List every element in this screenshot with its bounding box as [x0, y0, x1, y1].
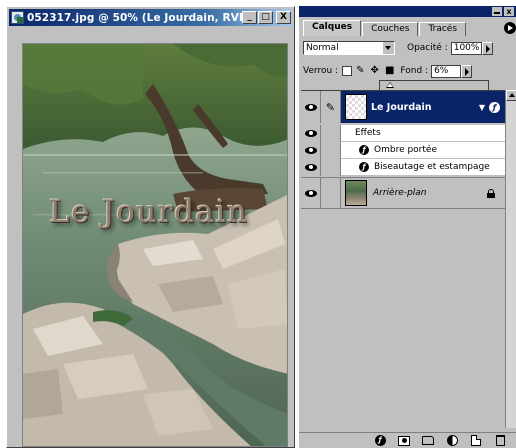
effect-row-biseautage[interactable]: ƒ Biseautage et estampage: [301, 159, 505, 176]
palette-title-bar[interactable]: x: [299, 6, 516, 17]
opacity-label: Opacité :: [407, 43, 448, 53]
folder-icon: [422, 436, 434, 445]
effects-header-row[interactable]: Effets: [301, 125, 505, 142]
layers-list: ✎ Le Jourdain ▼ ƒ Effets ƒ Ombre portée: [301, 90, 505, 428]
layer-row-arriere-plan[interactable]: Arrière-plan: [301, 177, 505, 209]
new-layer-icon: [471, 435, 481, 446]
image-canvas[interactable]: Le Jourdain: [22, 43, 288, 447]
lock-transparency-checkbox[interactable]: [342, 66, 353, 76]
fill-slider-button[interactable]: [461, 64, 473, 78]
trash-icon: [495, 435, 505, 446]
fill-slider-knob[interactable]: [386, 82, 394, 88]
new-adjustment-layer-button[interactable]: [446, 435, 458, 446]
scroll-up-arrow-icon[interactable]: [506, 90, 516, 101]
tab-calques[interactable]: Calques: [303, 20, 362, 36]
maximize-button[interactable]: □: [258, 11, 273, 24]
photoshop-document-icon: [11, 11, 24, 24]
chevron-down-icon: [383, 42, 394, 54]
new-layer-button[interactable]: [470, 435, 482, 446]
fx-icon: ƒ: [359, 145, 369, 155]
layers-bottom-toolbar: ƒ: [299, 432, 516, 448]
tab-traces[interactable]: Tracés: [419, 22, 467, 36]
lock-icon: [487, 188, 495, 198]
fill-field[interactable]: 6%: [431, 64, 462, 78]
expand-effects-arrow-icon[interactable]: ▼: [479, 103, 485, 112]
document-title: 052317.jpg @ 50% (Le Jourdain, RVB*): [27, 11, 258, 24]
palette-close-button[interactable]: x: [504, 7, 514, 16]
fx-icon[interactable]: ƒ: [489, 101, 500, 113]
layer-row-le-jourdain[interactable]: ✎ Le Jourdain ▼ ƒ: [301, 91, 505, 123]
effects-header: Effets: [355, 128, 381, 138]
layers-palette: x Calques Couches Tracés Normal Opacité …: [298, 6, 516, 448]
add-layer-style-button[interactable]: ƒ: [374, 435, 386, 446]
lock-fill-row: Verrou : ✎ ✥ ■ Fond : 6%: [303, 64, 512, 78]
lock-icon[interactable]: ■: [385, 65, 394, 77]
adjustment-layer-icon: [446, 435, 458, 446]
brush-icon[interactable]: ✎: [356, 65, 364, 77]
effect-name: Biseautage et estampage: [374, 162, 490, 172]
layer-text-le-jourdain: Le Jourdain: [49, 194, 249, 230]
delete-layer-button[interactable]: [494, 435, 506, 446]
eye-icon[interactable]: [301, 159, 321, 176]
add-mask-button[interactable]: [398, 435, 410, 446]
eye-icon[interactable]: [301, 142, 321, 159]
brush-icon[interactable]: ✎: [321, 91, 341, 123]
fx-icon: ƒ: [359, 162, 369, 172]
layer-thumbnail: [345, 94, 367, 120]
fx-icon: ƒ: [374, 435, 386, 446]
new-set-button[interactable]: [422, 435, 434, 446]
lock-label: Verrou :: [303, 66, 339, 76]
close-button[interactable]: X: [276, 11, 291, 24]
layers-scrollbar[interactable]: [505, 90, 516, 428]
opacity-slider-button[interactable]: [482, 41, 494, 55]
palette-minimize-button[interactable]: [492, 7, 502, 16]
window-controls: _ □ X: [242, 11, 291, 24]
mask-icon: [398, 435, 410, 446]
fill-label: Fond :: [400, 66, 429, 76]
eye-icon[interactable]: [301, 125, 321, 142]
blend-mode-value: Normal: [306, 43, 339, 53]
opacity-field[interactable]: 100%: [450, 41, 483, 55]
blend-opacity-row: Normal Opacité : 100%: [303, 41, 512, 55]
eye-icon[interactable]: [301, 178, 321, 208]
document-window: 052317.jpg @ 50% (Le Jourdain, RVB*) _ □…: [6, 6, 295, 448]
document-title-bar[interactable]: 052317.jpg @ 50% (Le Jourdain, RVB*) _ □…: [9, 9, 292, 26]
layer-name: Le Jourdain: [371, 101, 432, 113]
move-icon[interactable]: ✥: [371, 65, 379, 77]
palette-menu-arrow-icon[interactable]: [504, 22, 516, 34]
effect-name: Ombre portée: [374, 145, 437, 155]
palette-tabs: Calques Couches Tracés: [303, 20, 467, 36]
canvas-photo: [23, 44, 287, 446]
layer-thumbnail: [345, 180, 367, 206]
layer-name: Arrière-plan: [373, 188, 427, 198]
tab-couches[interactable]: Couches: [362, 22, 419, 36]
minimize-button[interactable]: _: [242, 11, 257, 24]
eye-icon[interactable]: [301, 91, 321, 123]
blend-mode-select[interactable]: Normal: [303, 41, 395, 55]
effect-row-ombre-portee[interactable]: ƒ Ombre portée: [301, 142, 505, 159]
